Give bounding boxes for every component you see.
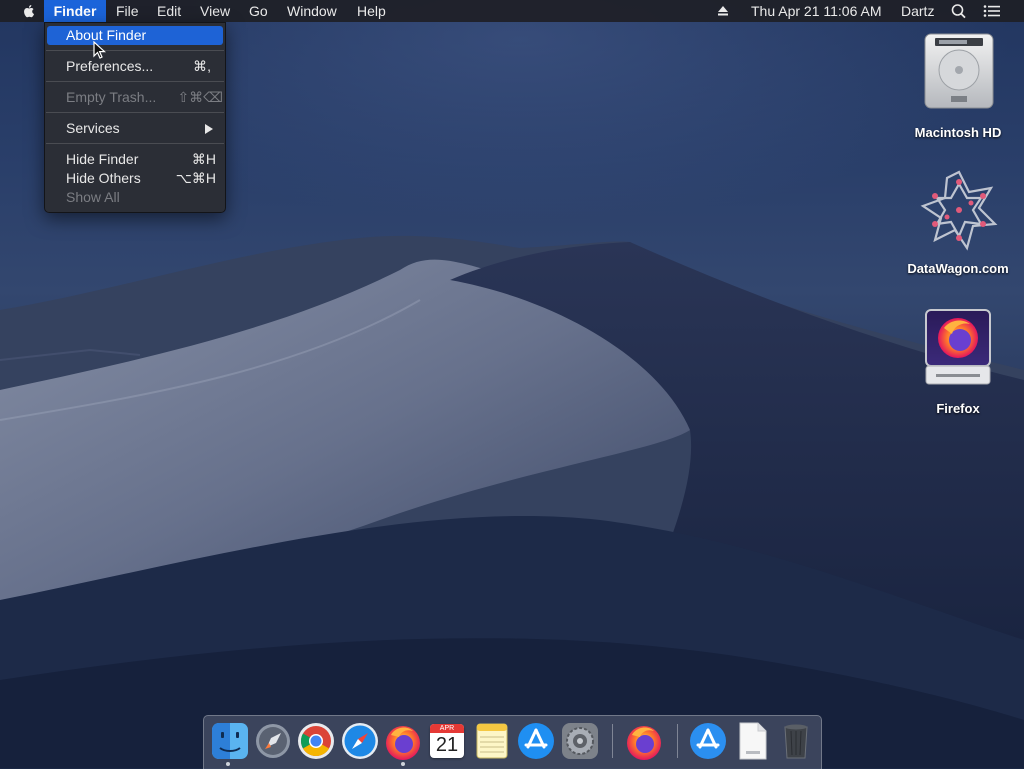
finder-dock-icon[interactable] [210,721,250,761]
menu-separator [46,143,224,144]
menu-item-label: Services [66,120,120,136]
menu-finder[interactable]: Finder [44,0,106,22]
menu-item-show-all: Show All [45,188,225,207]
menu-bar: Finder File Edit View Go Window Help Thu… [0,0,1024,22]
launchpad-dock-icon[interactable] [253,721,293,761]
menu-separator [46,81,224,82]
menu-view[interactable]: View [200,0,230,22]
menu-item-hide-finder[interactable]: Hide Finder ⌘H [45,150,225,169]
running-indicator [401,762,405,766]
menu-item-shortcut: ⌥⌘H [175,170,216,186]
menu-item-services[interactable]: Services [45,119,225,138]
desktop-icon-label: Macintosh HD [914,125,1002,140]
hard-drive-icon [924,33,994,109]
eject-icon [718,6,728,16]
menu-go[interactable]: Go [249,0,268,22]
app-store-dock-icon[interactable] [516,721,556,761]
menu-edit[interactable]: Edit [157,0,181,22]
menu-item-shortcut: ⌘H [191,151,216,167]
menu-item-empty-trash: Empty Trash... ⇧⌘⌫ [45,88,225,107]
document-dock-icon[interactable] [732,721,772,761]
notification-center-icon [983,5,1000,17]
chrome-dock-icon[interactable] [296,721,336,761]
menubar-clock[interactable]: Thu Apr 21 11:06 AM [751,0,882,22]
menu-item-preferences[interactable]: Preferences... ⌘, [45,57,225,76]
desktop-icon-firefox[interactable]: Firefox [903,308,1013,418]
datawagon-icon [920,170,998,251]
menu-file[interactable]: File [116,0,139,22]
dock: APR 21 [203,715,822,769]
menu-item-label: Empty Trash... [66,89,157,105]
menu-separator [46,112,224,113]
apple-menu[interactable] [14,0,44,22]
submenu-arrow-icon [205,124,213,134]
menu-item-label: Preferences... [66,58,154,74]
trash-dock-icon[interactable] [776,721,816,761]
menu-help[interactable]: Help [357,0,386,22]
menu-separator [46,50,224,51]
dock-separator [677,724,678,758]
desktop-icon-label: Firefox [936,401,980,416]
menu-item-hide-others[interactable]: Hide Others ⌥⌘H [45,169,225,188]
menu-item-label: Hide Finder [66,151,139,167]
firefox-disk-image-icon [925,309,991,385]
menu-window[interactable]: Window [287,0,337,22]
menu-item-shortcut: ⌘, [193,58,211,74]
desktop-icon-macintosh-hd[interactable]: Macintosh HD [903,30,1013,145]
menu-item-label: Hide Others [66,170,141,186]
desktop-icon-label: DataWagon.com [907,261,1009,276]
eject-menu-extra[interactable] [716,0,736,22]
running-indicator [226,762,230,766]
spotlight-button[interactable] [950,0,970,22]
calendar-day: 21 [435,734,459,756]
desktop-icon-datawagon[interactable]: DataWagon.com [903,168,1013,280]
safari-dock-icon[interactable] [340,721,380,761]
spotlight-search-icon [951,4,966,19]
finder-dropdown-menu: About Finder Preferences... ⌘, Empty Tra… [44,22,226,213]
firefox-recent-dock-icon[interactable] [624,721,664,761]
menu-item-shortcut: ⇧⌘⌫ [177,89,223,105]
menu-item-label: Show All [66,189,120,205]
mouse-cursor-icon [93,41,107,59]
menubar-user[interactable]: Dartz [901,0,934,22]
apple-icon [24,5,34,18]
dock-separator [612,724,613,758]
firefox-dock-icon[interactable] [383,721,423,761]
calendar-dock-icon[interactable]: APR 21 [427,721,467,761]
notes-dock-icon[interactable] [472,721,512,761]
notification-center-button[interactable] [982,0,1004,22]
system-preferences-dock-icon[interactable] [560,721,600,761]
menu-item-about-finder[interactable]: About Finder [47,26,223,45]
applications-folder-dock-icon[interactable] [688,721,728,761]
calendar-month: APR [430,724,464,733]
